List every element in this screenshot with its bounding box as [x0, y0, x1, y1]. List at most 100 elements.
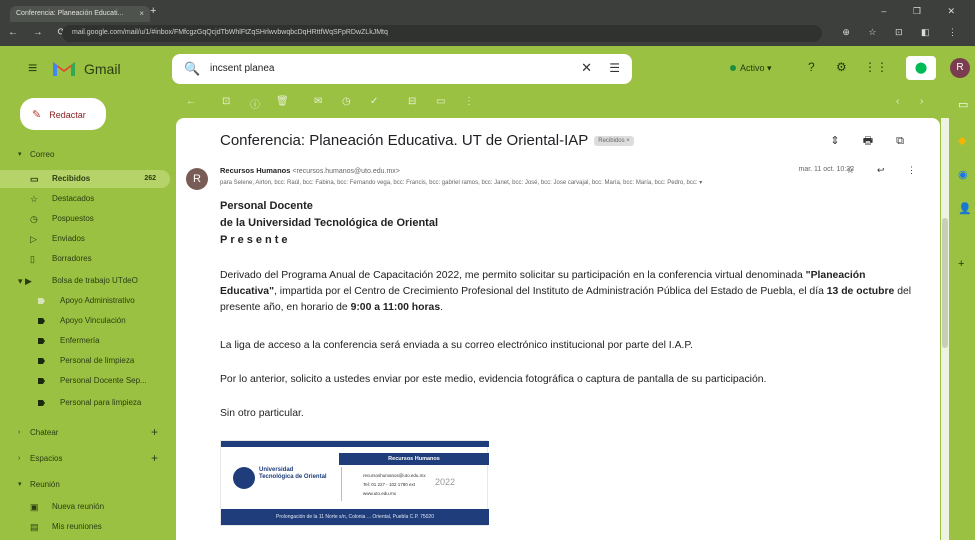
browser-chrome: Conferencia: Planeación Educati... × + ‒… — [0, 0, 975, 46]
main-menu-icon[interactable]: ≡ — [28, 60, 37, 78]
sidebar-label-item[interactable]: Personal de limpieza — [0, 352, 170, 370]
label-icon — [38, 298, 45, 304]
caret-right-icon: › — [18, 429, 21, 436]
sidebar-item-snoozed[interactable]: ◷ Pospuestos — [0, 210, 170, 228]
next-icon[interactable]: › — [920, 96, 923, 107]
greeting-line-1: Personal Docente — [220, 200, 313, 212]
archive-icon[interactable]: ⊡ — [222, 96, 230, 107]
sidebar-label-item[interactable]: Personal Docente Sep... — [0, 372, 170, 390]
caret-down-icon: ▾ — [18, 481, 22, 488]
sidebar-item-sent[interactable]: ▷ Enviados — [0, 230, 170, 248]
sender-name[interactable]: Recursos Humanos — [220, 166, 290, 175]
add-space-icon[interactable]: + — [151, 449, 158, 467]
unread-count: 262 — [144, 175, 156, 182]
search-input[interactable]: incsent planea — [210, 63, 275, 74]
mark-unread-icon[interactable]: ✉ — [314, 96, 322, 107]
delete-icon[interactable]: 🗑 — [276, 96, 289, 107]
sidebar-item-new-meeting[interactable]: ▣ Nueva reunión — [0, 498, 170, 516]
organization-logo: ⬤ — [906, 56, 936, 80]
caret-down-icon: ▾ — [18, 151, 22, 158]
sidebar-label-item[interactable]: Apoyo Vinculación — [0, 312, 170, 330]
clear-search-icon[interactable]: ✕ — [581, 60, 592, 76]
greeting-line-3: Presente — [220, 234, 291, 246]
keep-icon[interactable]: ◆ — [958, 134, 966, 147]
sidebar-section-mail[interactable]: ▾ Correo — [0, 146, 170, 164]
clock-icon: ◷ — [30, 214, 38, 224]
sidebar-label-item[interactable]: Apoyo Administrativo — [0, 292, 170, 310]
signature-contact: recursoshumanos@uto.edu.mx Tel: 01 227 -… — [363, 473, 426, 496]
recipients-line[interactable]: para Selene, Airton, bcc: Raúl, bcc: Fab… — [220, 179, 840, 186]
star-icon: ☆ — [30, 194, 39, 204]
sidebar-item-starred[interactable]: ☆ Destacados — [0, 190, 170, 208]
calendar-icon[interactable]: ▭ — [958, 98, 968, 111]
print-expand-icons[interactable]: ⇕ 🖶 ⧉ — [830, 132, 914, 151]
sender-line: Recursos Humanos <recursos.humanos@uto.e… — [220, 166, 400, 175]
message-view: Conferencia: Planeación Educativa. UT de… — [176, 118, 940, 540]
sidebar-section-chat[interactable]: › Chatear + — [0, 424, 170, 442]
sidebar-item-drafts[interactable]: ▯ Borradores — [0, 250, 170, 268]
sidebar-label-group[interactable]: ▾ ▶ Bolsa de trabajo UTdeO — [0, 272, 170, 290]
tab-bar: Conferencia: Planeación Educati... × + ‒… — [0, 0, 975, 22]
tasks-icon[interactable]: ◉ — [958, 168, 968, 181]
new-tab-icon[interactable]: + — [150, 5, 156, 17]
divider — [341, 467, 342, 501]
contacts-icon[interactable]: 👤 — [958, 202, 972, 215]
sidebar-label-item[interactable]: Enfermería — [0, 332, 170, 350]
move-to-icon[interactable]: ⊟ — [408, 96, 416, 107]
browser-tab[interactable]: Conferencia: Planeación Educati... × — [10, 6, 150, 22]
search-icon[interactable]: 🔍 — [184, 61, 200, 77]
tab-close-icon[interactable]: × — [139, 9, 144, 18]
university-name: Universidad Tecnológica de Oriental — [259, 467, 327, 480]
search-options-icon[interactable]: ☰ — [609, 61, 620, 75]
label-expand-icon: ▾ ▶ — [18, 276, 32, 286]
apps-grid-icon[interactable]: ⋮⋮ — [864, 60, 888, 74]
gmail-logo-icon[interactable] — [52, 58, 76, 78]
sidebar-item-inbox[interactable]: ▭ Recibidos 262 — [0, 170, 170, 188]
address-bar[interactable]: mail.google.com/mail/u/1/#inbox/FMfcgzGq… — [62, 25, 822, 42]
add-app-icon[interactable]: + — [958, 258, 964, 270]
label-icon — [38, 378, 45, 384]
window-controls[interactable]: ‒ ❐ ✕ — [881, 6, 967, 17]
status-label: Activo ▾ — [740, 63, 772, 73]
label-icon — [38, 318, 45, 324]
more-icon[interactable]: ⋮ — [464, 96, 474, 107]
pencil-icon: ✎ — [32, 109, 42, 121]
browser-toolbar-icons[interactable]: ⊕ ☆ ⊡ ◧ ⋮ — [842, 27, 965, 38]
sidebar-section-spaces[interactable]: › Espacios + — [0, 450, 170, 468]
draft-icon: ▯ — [30, 254, 35, 264]
label-icon — [38, 358, 45, 364]
compose-button[interactable]: ✎ Redactar — [20, 98, 106, 130]
settings-icon[interactable]: ⚙ — [836, 60, 847, 74]
sidebar-label-item[interactable]: Personal para limpieza — [0, 394, 170, 412]
scroll-thumb[interactable] — [942, 218, 948, 348]
search-bar[interactable]: 🔍 incsent planea ✕ ☰ — [172, 54, 632, 84]
signature-address: Prolongación de la 11 Norte s/n, Colonia… — [221, 509, 489, 525]
message-actions[interactable]: ☆ ↩ ⋮ — [846, 165, 926, 176]
paragraph-2: La liga de acceso a la conferencia será … — [220, 340, 693, 351]
label-icon — [38, 400, 45, 406]
video-icon: ▣ — [30, 502, 39, 512]
add-task-icon[interactable]: ✓ — [370, 96, 378, 107]
email-body: Personal Docente de la Universidad Tecno… — [220, 198, 920, 419]
label-icon[interactable]: ▭ — [436, 96, 445, 107]
paragraph-3: Por lo anterior, solicito a ustedes envi… — [220, 374, 767, 385]
back-icon[interactable]: ← — [186, 96, 196, 107]
support-icon[interactable]: ? — [808, 60, 815, 74]
sidebar-item-my-meetings[interactable]: ▤ Mis reuniones — [0, 518, 170, 536]
address-row: ← → ⟳ mail.google.com/mail/u/1/#inbox/FM… — [0, 22, 975, 46]
greeting-line-2: de la Universidad Tecnológica de Orienta… — [220, 217, 439, 229]
compose-label: Redactar — [49, 110, 86, 120]
add-chat-icon[interactable]: + — [151, 423, 158, 441]
banner-top-bar — [221, 441, 489, 447]
status-selector[interactable]: Activo ▾ — [730, 63, 772, 74]
snooze-icon[interactable]: ◷ — [342, 96, 351, 107]
calendar-icon: ▤ — [30, 522, 39, 532]
message-scrollbar[interactable] — [941, 118, 949, 540]
paragraph-1: Derivado del Programa Anual de Capacitac… — [220, 270, 912, 313]
report-spam-icon[interactable]: ⓘ — [250, 96, 260, 111]
prev-icon[interactable]: ‹ — [896, 96, 899, 107]
sidebar-section-meet[interactable]: ▾ Reunión — [0, 476, 170, 494]
inbox-label-badge[interactable]: Recibidos × — [594, 136, 634, 147]
inbox-icon: ▭ — [30, 174, 39, 184]
account-avatar[interactable]: R — [950, 58, 970, 78]
